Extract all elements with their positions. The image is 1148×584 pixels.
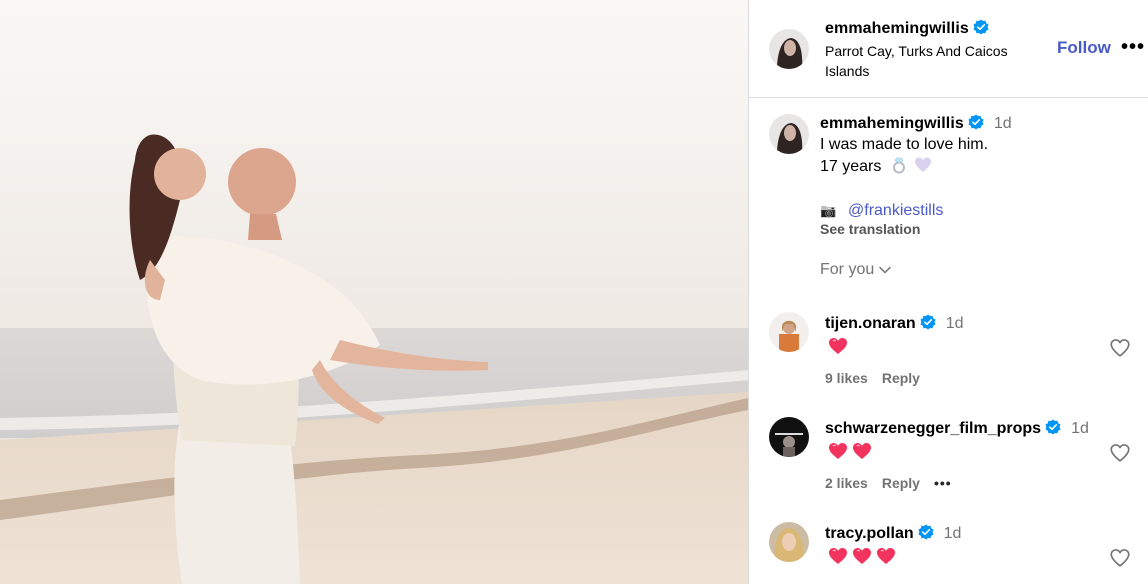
comment-item: tijen.onaran 1d 9 likes Reply bbox=[749, 310, 1148, 410]
caption-author-avatar-image bbox=[769, 114, 809, 154]
caption-line-1: I was made to love him. bbox=[820, 136, 989, 153]
heart-emoji-icon bbox=[852, 547, 872, 565]
comment-likes-count[interactable]: 2 likes bbox=[825, 475, 868, 491]
commenter-row: schwarzenegger_film_props 1d bbox=[825, 419, 1089, 438]
commenter-row: tijen.onaran 1d bbox=[825, 314, 963, 333]
heart-emoji-icon bbox=[852, 442, 872, 460]
commenter-avatar-image bbox=[769, 522, 809, 562]
verified-badge-icon bbox=[918, 524, 934, 540]
post-header: emmahemingwillis Parrot Cay, Turks And C… bbox=[749, 0, 1148, 98]
caption-line-2-text: 17 years bbox=[820, 158, 882, 175]
photo-credit: 📷 @frankiestills bbox=[820, 202, 1140, 220]
heart-emoji-icon bbox=[828, 337, 848, 355]
post-author-username[interactable]: emmahemingwillis bbox=[825, 20, 969, 37]
comment-username[interactable]: schwarzenegger_film_props bbox=[825, 420, 1041, 437]
like-comment-heart-outline-icon[interactable] bbox=[1109, 337, 1131, 359]
caption-line-2: 17 years bbox=[820, 156, 1140, 178]
author-avatar-image bbox=[769, 29, 809, 69]
comment-timestamp[interactable]: 1d bbox=[944, 525, 962, 542]
commenter-avatar-image bbox=[769, 312, 809, 352]
follow-button[interactable]: Follow bbox=[1057, 38, 1111, 58]
comment-text bbox=[828, 337, 852, 355]
comment-timestamp[interactable]: 1d bbox=[1071, 420, 1089, 437]
post-photo[interactable] bbox=[0, 0, 748, 584]
commenter-avatar[interactable] bbox=[769, 312, 809, 352]
heart-emoji-icon bbox=[828, 442, 848, 460]
reply-button[interactable]: Reply bbox=[882, 475, 920, 491]
beach-wedding-photo bbox=[0, 0, 748, 584]
commenter-avatar[interactable] bbox=[769, 522, 809, 562]
chevron-down-icon bbox=[878, 263, 892, 277]
post-details-panel: emmahemingwillis Parrot Cay, Turks And C… bbox=[748, 0, 1148, 584]
reply-button[interactable]: Reply bbox=[882, 370, 920, 386]
comment-username[interactable]: tracy.pollan bbox=[825, 525, 914, 542]
commenter-avatar-image bbox=[769, 417, 809, 457]
comment-actions: 2 likes Reply ••• bbox=[825, 475, 966, 491]
photographer-mention-link[interactable]: @frankiestills bbox=[848, 202, 943, 220]
more-options-button[interactable]: ••• bbox=[1121, 36, 1145, 59]
comment-timestamp[interactable]: 1d bbox=[946, 315, 964, 332]
caption-author-username[interactable]: emmahemingwillis bbox=[820, 115, 964, 132]
comment-more-options-button[interactable]: ••• bbox=[934, 475, 952, 491]
camera-icon: 📷 bbox=[820, 203, 837, 218]
comment-likes-count[interactable]: 9 likes bbox=[825, 370, 868, 386]
for-you-label: For you bbox=[820, 261, 875, 278]
verified-badge-icon bbox=[973, 19, 989, 35]
comment-item: schwarzenegger_film_props 1d 2 likes Repl… bbox=[749, 415, 1148, 515]
caption-timestamp[interactable]: 1d bbox=[994, 115, 1012, 132]
verified-badge-icon bbox=[1045, 419, 1061, 435]
comment-text bbox=[828, 442, 876, 460]
caption-body: emmahemingwillis 1d I was made to love h… bbox=[820, 114, 1140, 279]
purple-heart-emoji-icon bbox=[914, 156, 932, 174]
ring-emoji-icon bbox=[890, 156, 908, 174]
author-avatar[interactable] bbox=[769, 29, 809, 69]
verified-badge-icon bbox=[920, 314, 936, 330]
post-location[interactable]: Parrot Cay, Turks And Caicos Islands bbox=[825, 41, 1045, 81]
verified-badge-icon bbox=[968, 114, 984, 130]
heart-emoji-icon bbox=[828, 547, 848, 565]
for-you-dropdown[interactable]: For you bbox=[820, 261, 1140, 279]
see-translation-button[interactable]: See translation bbox=[820, 221, 1140, 237]
like-comment-heart-outline-icon[interactable] bbox=[1109, 547, 1131, 569]
comment-text bbox=[828, 547, 900, 565]
like-comment-heart-outline-icon[interactable] bbox=[1109, 442, 1131, 464]
heart-emoji-icon bbox=[876, 547, 896, 565]
comment-item: tracy.pollan 1d bbox=[749, 520, 1148, 584]
commenter-avatar[interactable] bbox=[769, 417, 809, 457]
caption-author-avatar[interactable] bbox=[769, 114, 809, 154]
author-row: emmahemingwillis bbox=[825, 19, 989, 38]
comment-actions: 9 likes Reply bbox=[825, 370, 934, 386]
comment-username[interactable]: tijen.onaran bbox=[825, 315, 916, 332]
commenter-row: tracy.pollan 1d bbox=[825, 524, 961, 543]
